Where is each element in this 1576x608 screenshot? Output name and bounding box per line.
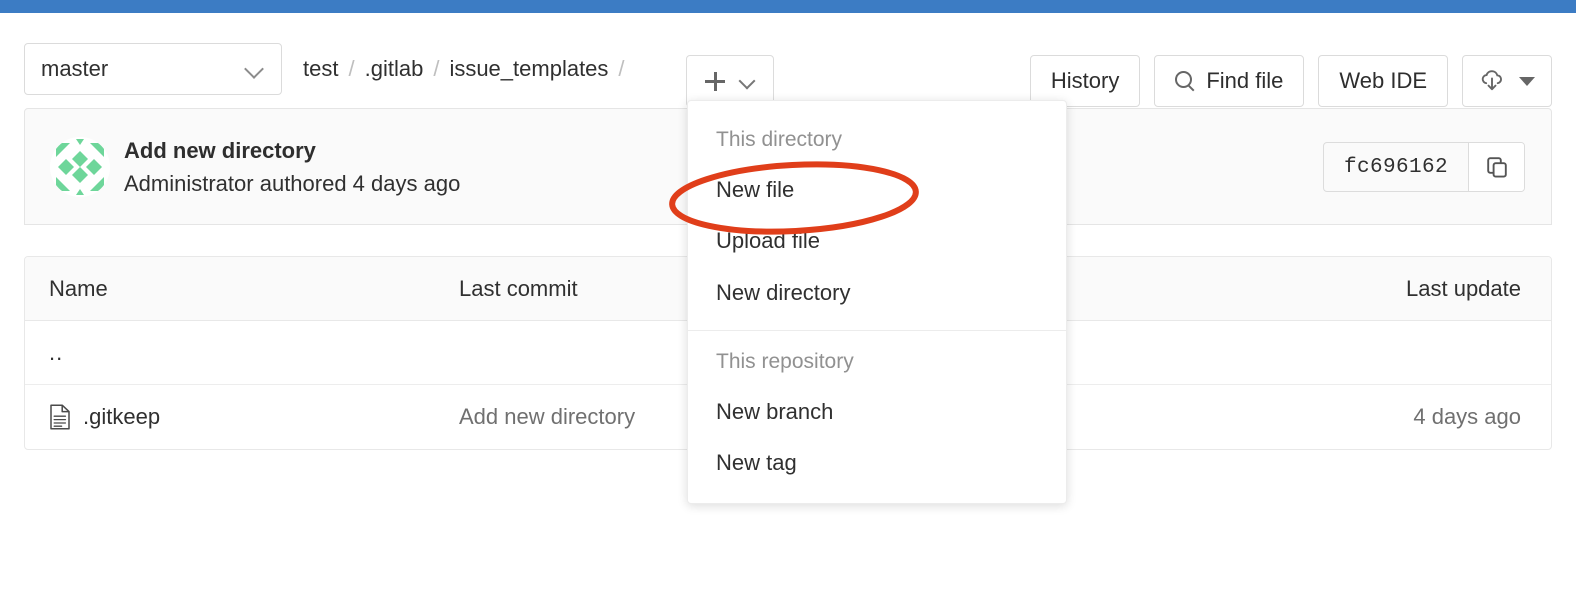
file-name-cell: .gitkeep	[25, 404, 459, 430]
caret-down-icon	[1519, 76, 1535, 86]
dropdown-divider	[688, 329, 1066, 331]
chevron-down-icon	[739, 73, 755, 89]
file-icon	[50, 404, 70, 430]
copy-sha-button[interactable]	[1468, 143, 1524, 191]
breadcrumb-separator: /	[433, 56, 440, 81]
commit-title[interactable]: Add new directory	[124, 136, 460, 166]
dropdown-section-header-this-directory: This directory	[716, 128, 843, 151]
breadcrumb-item-2[interactable]: issue_templates	[449, 56, 608, 82]
branch-selector[interactable]: master	[24, 43, 282, 95]
parent-directory-link[interactable]: ..	[25, 340, 63, 366]
commit-authored-time: authored 4 days ago	[259, 171, 461, 196]
parent-directory-cell: ..	[25, 340, 459, 366]
commit-sha[interactable]: fc696162	[1324, 143, 1468, 191]
row-last-commit-link[interactable]: Add new directory	[459, 404, 635, 429]
dropdown-item-new-branch[interactable]: New branch	[688, 386, 1066, 437]
commit-author[interactable]: Administrator	[124, 171, 254, 196]
history-button-label: History	[1050, 68, 1120, 93]
web-ide-button-label: Web IDE	[1339, 68, 1427, 93]
breadcrumb-separator: /	[618, 56, 625, 81]
web-ide-button[interactable]: Web IDE	[1318, 55, 1448, 107]
find-file-button[interactable]: Find file	[1154, 55, 1305, 107]
breadcrumb: test / .gitlab / issue_templates /	[303, 56, 635, 82]
file-name-link[interactable]: .gitkeep	[83, 404, 160, 430]
chevron-down-icon	[245, 59, 265, 79]
commit-sha-group: fc696162	[1322, 142, 1525, 192]
add-to-tree-dropdown-menu: This directory New file Upload file New …	[687, 100, 1067, 504]
gitlab-repository-page: master test / .gitlab / issue_templates …	[0, 0, 1576, 608]
download-source-button[interactable]	[1462, 55, 1552, 107]
breadcrumb-item-1[interactable]: .gitlab	[365, 56, 424, 82]
breadcrumb-separator: /	[348, 56, 355, 81]
commit-details: Add new directory Administrator authored…	[124, 136, 460, 200]
column-header-name: Name	[49, 275, 108, 301]
copy-icon	[1486, 157, 1507, 178]
avatar	[50, 137, 110, 197]
row-last-update: 4 days ago	[1413, 404, 1521, 429]
dropdown-item-new-directory[interactable]: New directory	[688, 267, 1066, 318]
commit-meta: Administrator authored 4 days ago	[124, 168, 460, 200]
toolbar-actions: History Find file Web IDE	[1029, 55, 1552, 107]
breadcrumb-item-0[interactable]: test	[303, 56, 338, 82]
column-header-last-update: Last update	[1406, 275, 1521, 301]
dropdown-item-new-file[interactable]: New file	[688, 164, 1066, 215]
dropdown-item-new-tag[interactable]: New tag	[688, 437, 1066, 488]
branch-selector-label: master	[41, 56, 109, 81]
find-file-button-label: Find file	[1206, 68, 1284, 93]
top-navigation-bar	[0, 0, 1576, 13]
dropdown-section-header-this-repository: This repository	[716, 349, 854, 373]
repository-toolbar: master test / .gitlab / issue_templates …	[0, 13, 1576, 107]
cloud-download-icon	[1481, 70, 1502, 91]
plus-icon	[705, 71, 725, 91]
search-icon	[1175, 71, 1195, 91]
dropdown-item-upload-file[interactable]: Upload file	[688, 215, 1066, 266]
identicon-avatar	[50, 137, 110, 197]
